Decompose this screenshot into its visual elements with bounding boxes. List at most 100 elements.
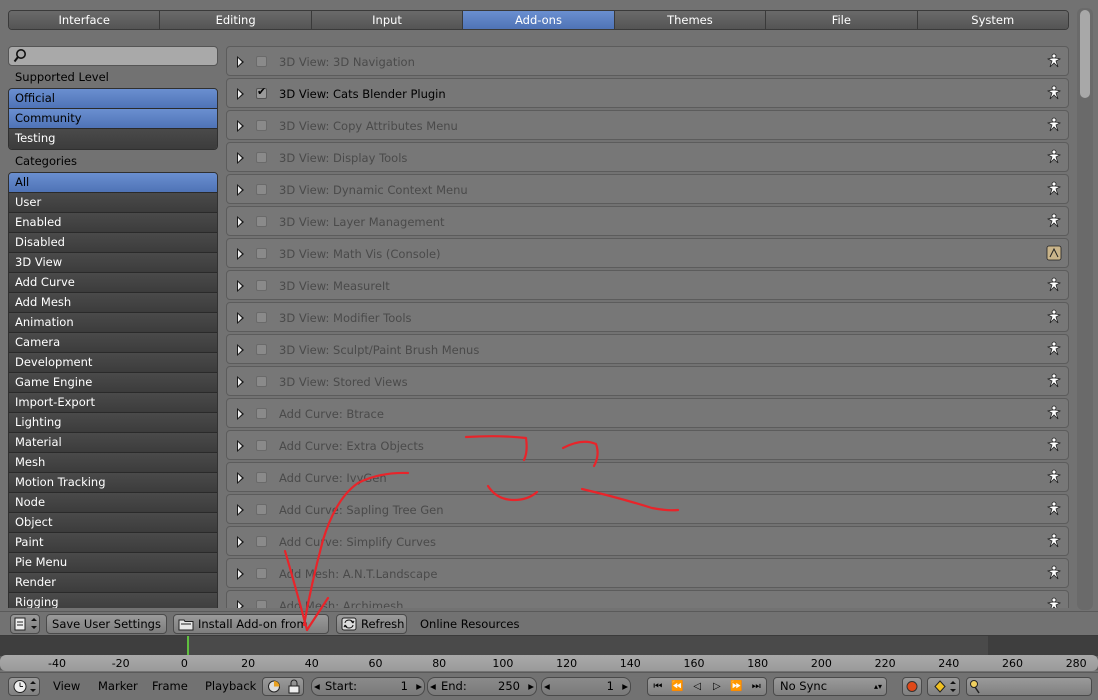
expand-triangle-icon[interactable] bbox=[237, 344, 244, 356]
play-icon[interactable]: ▷ bbox=[707, 678, 727, 695]
keying-set-button[interactable] bbox=[927, 677, 960, 696]
category-mesh[interactable]: Mesh bbox=[9, 453, 217, 473]
enable-checkbox[interactable] bbox=[256, 184, 267, 195]
addon-row[interactable]: 3D View: Stored Views bbox=[226, 366, 1069, 396]
enable-checkbox[interactable] bbox=[256, 472, 267, 483]
install-addon-button[interactable]: Install Add-on from File... bbox=[173, 614, 329, 649]
addon-row[interactable]: 3D View: Modifier Tools bbox=[226, 302, 1069, 332]
category-3d-view[interactable]: 3D View bbox=[9, 253, 217, 273]
enable-checkbox[interactable] bbox=[256, 536, 267, 547]
expand-triangle-icon[interactable] bbox=[237, 216, 244, 228]
enable-checkbox[interactable] bbox=[256, 120, 267, 131]
addon-row[interactable]: 3D View: Sculpt/Paint Brush Menus bbox=[226, 334, 1069, 364]
tab-system[interactable]: System bbox=[917, 11, 1068, 29]
enable-checkbox[interactable] bbox=[256, 152, 267, 163]
increment-arrow-icon[interactable]: ▸ bbox=[528, 678, 534, 695]
expand-triangle-icon[interactable] bbox=[237, 440, 244, 452]
category-paint[interactable]: Paint bbox=[9, 533, 217, 553]
addon-row[interactable]: 3D View: Math Vis (Console) bbox=[226, 238, 1069, 268]
addon-row[interactable]: 3D View: Copy Attributes Menu bbox=[226, 110, 1069, 140]
addon-row[interactable]: 3D View: MeasureIt bbox=[226, 270, 1069, 300]
addon-row[interactable]: 3D View: Layer Management bbox=[226, 206, 1069, 236]
addon-row[interactable]: Add Mesh: A.N.T.Landscape bbox=[226, 558, 1069, 588]
enable-checkbox[interactable] bbox=[256, 216, 267, 227]
increment-arrow-icon[interactable]: ▸ bbox=[622, 678, 628, 695]
end-frame-field[interactable]: ◂ End: 250 ▸ bbox=[427, 677, 537, 696]
enable-checkbox[interactable]: ✔ bbox=[256, 85, 267, 99]
expand-triangle-icon[interactable] bbox=[237, 568, 244, 580]
timeline[interactable]: -40 -20 0 20 40 60 80 100 120 140 160 180 200 220 240 2… bbox=[0, 635, 1098, 671]
tab-file[interactable]: File bbox=[766, 11, 918, 29]
decrement-arrow-icon[interactable]: ◂ bbox=[544, 678, 550, 695]
marker-menu[interactable]: Marker bbox=[98, 679, 138, 693]
expand-triangle-icon[interactable] bbox=[237, 184, 244, 196]
enable-checkbox[interactable] bbox=[256, 440, 267, 451]
editor-type-button[interactable] bbox=[10, 614, 40, 634]
addon-row[interactable]: Add Curve: Btrace bbox=[226, 398, 1069, 428]
expand-triangle-icon[interactable] bbox=[237, 536, 244, 548]
tab-interface[interactable]: Interface bbox=[9, 11, 161, 29]
category-add-curve[interactable]: Add Curve bbox=[9, 273, 217, 293]
enable-checkbox[interactable] bbox=[256, 408, 267, 419]
category-material[interactable]: Material bbox=[9, 433, 217, 453]
expand-triangle-icon[interactable] bbox=[237, 312, 244, 324]
refresh-button[interactable]: Refresh bbox=[336, 614, 407, 634]
playback-menu[interactable]: Playback bbox=[205, 679, 256, 693]
increment-arrow-icon[interactable]: ▸ bbox=[416, 678, 422, 695]
expand-triangle-icon[interactable] bbox=[237, 504, 244, 516]
addon-row[interactable]: Add Mesh: Archimesh bbox=[226, 590, 1069, 608]
lock-icon[interactable] bbox=[286, 679, 302, 694]
jump-to-end-icon[interactable]: ⏭ bbox=[746, 678, 766, 695]
current-frame-field[interactable]: ◂ 1 ▸ bbox=[541, 677, 631, 696]
enable-checkbox[interactable] bbox=[256, 504, 267, 515]
category-node[interactable]: Node bbox=[9, 493, 217, 513]
category-enabled[interactable]: Enabled bbox=[9, 213, 217, 233]
enable-checkbox[interactable] bbox=[256, 376, 267, 387]
enable-checkbox[interactable] bbox=[256, 280, 267, 291]
enable-checkbox[interactable] bbox=[256, 344, 267, 355]
expand-triangle-icon[interactable] bbox=[237, 248, 244, 260]
enable-checkbox[interactable] bbox=[256, 600, 267, 608]
expand-triangle-icon[interactable] bbox=[237, 152, 244, 164]
timeline-track[interactable] bbox=[0, 636, 1098, 656]
jump-to-keyframe-prev-icon[interactable]: ⏪ bbox=[668, 678, 688, 695]
sync-mode-dropdown[interactable]: No Sync ▴▾ bbox=[773, 677, 887, 696]
addon-row[interactable]: ✔ 3D View: Cats Blender Plugin bbox=[226, 78, 1069, 108]
category-camera[interactable]: Camera bbox=[9, 333, 217, 353]
timeline-editor-type-button[interactable] bbox=[8, 677, 40, 696]
enable-checkbox[interactable] bbox=[256, 56, 267, 67]
addon-row[interactable]: Add Curve: Extra Objects bbox=[226, 430, 1069, 460]
addon-row[interactable]: 3D View: 3D Navigation bbox=[226, 46, 1069, 76]
start-frame-field[interactable]: ◂ Start: 1 ▸ bbox=[311, 677, 425, 696]
expand-triangle-icon[interactable] bbox=[237, 280, 244, 292]
jump-to-keyframe-next-icon[interactable]: ⏩ bbox=[727, 678, 747, 695]
addon-row[interactable]: 3D View: Dynamic Context Menu bbox=[226, 174, 1069, 204]
addon-row[interactable]: 3D View: Display Tools bbox=[226, 142, 1069, 172]
search-input[interactable] bbox=[8, 46, 218, 66]
active-keying-set-field[interactable] bbox=[966, 677, 1092, 696]
decrement-arrow-icon[interactable]: ◂ bbox=[430, 678, 436, 695]
preview-range-icon[interactable] bbox=[265, 679, 283, 694]
timeline-ruler[interactable]: -40 -20 0 20 40 60 80 100 120 140 160 180 200 220 240 2… bbox=[0, 655, 1098, 671]
category-lighting[interactable]: Lighting bbox=[9, 413, 217, 433]
enable-checkbox[interactable] bbox=[256, 568, 267, 579]
support-level-testing[interactable]: Testing bbox=[9, 129, 217, 149]
category-game-engine[interactable]: Game Engine bbox=[9, 373, 217, 393]
addon-row[interactable]: Add Curve: IvyGen bbox=[226, 462, 1069, 492]
tab-add-ons[interactable]: Add-ons bbox=[463, 11, 615, 29]
tab-input[interactable]: Input bbox=[311, 11, 464, 29]
expand-triangle-icon[interactable] bbox=[237, 408, 244, 420]
category-user[interactable]: User bbox=[9, 193, 217, 213]
tab-themes[interactable]: Themes bbox=[614, 11, 767, 29]
category-render[interactable]: Render bbox=[9, 573, 217, 593]
expand-triangle-icon[interactable] bbox=[237, 120, 244, 132]
category-pie-menu[interactable]: Pie Menu bbox=[9, 553, 217, 573]
save-user-settings-button[interactable]: Save User Settings bbox=[46, 614, 167, 634]
enable-checkbox[interactable] bbox=[256, 248, 267, 259]
addon-row[interactable]: Add Curve: Simplify Curves bbox=[226, 526, 1069, 556]
play-reverse-icon[interactable]: ◁ bbox=[687, 678, 707, 695]
category-motion-tracking[interactable]: Motion Tracking bbox=[9, 473, 217, 493]
scrollbar-thumb[interactable] bbox=[1080, 10, 1090, 98]
view-menu[interactable]: View bbox=[53, 679, 80, 693]
category-disabled[interactable]: Disabled bbox=[9, 233, 217, 253]
